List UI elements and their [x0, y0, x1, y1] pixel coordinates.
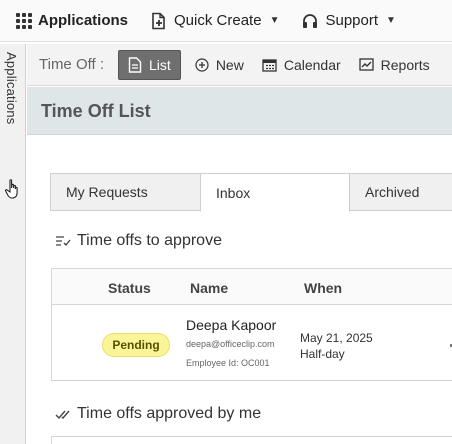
calendar-button[interactable]: Calendar	[262, 57, 341, 73]
applications-label: Applications	[38, 12, 129, 29]
employee-id: Employee Id: OC001	[186, 358, 270, 368]
tab-my-requests[interactable]: My Requests	[50, 173, 201, 211]
headset-icon	[301, 12, 319, 30]
time-off-date: May 21, 2025	[300, 331, 373, 345]
table-header: Status Name When	[52, 269, 452, 305]
grid-icon	[16, 12, 32, 29]
module-label: Time Off :	[39, 56, 105, 73]
employee-name[interactable]: Deepa Kapoor	[186, 317, 276, 333]
new-button-label: New	[215, 56, 244, 73]
support-label: Support	[325, 12, 379, 29]
section-to-approve: Time offs to approve	[55, 232, 222, 250]
approval-table: Status Name When Pending Deepa Kapoor de…	[51, 268, 452, 381]
page-title: Time Off List	[41, 101, 151, 121]
chevron-down-icon: ▼	[269, 15, 280, 26]
support-menu[interactable]: Support ▼	[301, 0, 396, 42]
chart-icon	[359, 58, 374, 71]
approved-table-edge	[51, 436, 452, 444]
chevron-down-icon: ▼	[386, 15, 396, 26]
reports-button[interactable]: Reports	[359, 57, 430, 73]
quick-create-menu[interactable]: Quick Create ▼	[150, 0, 279, 42]
plus-circle-icon	[195, 57, 209, 72]
quick-create-label: Quick Create	[174, 12, 262, 29]
tab-archived[interactable]: Archived	[349, 173, 452, 211]
applications-side-tab[interactable]: Applications	[0, 44, 26, 444]
double-check-icon	[55, 408, 71, 420]
tab-bar: My Requests Inbox Archived	[50, 173, 452, 212]
top-bar: Applications Quick Create ▼ Support ▼	[0, 0, 452, 42]
list-button[interactable]: List	[118, 49, 181, 80]
tab-inbox[interactable]: Inbox	[200, 173, 350, 212]
list-button-label: List	[149, 56, 171, 73]
time-off-duration: Half-day	[300, 347, 345, 361]
main-content: My Requests Inbox Archived Time offs to …	[27, 136, 452, 444]
column-header-status[interactable]: Status	[108, 280, 151, 296]
module-toolbar: Time Off : List New Calendar Reports	[27, 44, 452, 86]
column-header-when[interactable]: When	[304, 280, 342, 296]
applications-side-tab-label: Applications	[4, 52, 19, 125]
hand-cursor-icon	[4, 178, 22, 205]
table-row[interactable]: Pending Deepa Kapoor deepa@officeclip.co…	[52, 306, 452, 381]
document-icon	[128, 56, 142, 73]
status-badge: Pending	[102, 333, 170, 357]
employee-email: deepa@officeclip.com	[186, 339, 275, 349]
page-header: Time Off List	[27, 87, 452, 135]
calendar-button-label: Calendar	[283, 56, 341, 73]
column-header-name[interactable]: Name	[190, 280, 228, 296]
applications-menu[interactable]: Applications	[16, 0, 128, 42]
reports-button-label: Reports	[380, 56, 430, 73]
section-to-approve-label: Time offs to approve	[77, 232, 222, 249]
calendar-icon	[262, 58, 277, 72]
new-button[interactable]: New	[195, 57, 244, 73]
list-check-icon	[55, 235, 71, 247]
section-approved-by-me: Time offs approved by me	[55, 405, 261, 423]
section-approved-by-me-label: Time offs approved by me	[77, 405, 262, 422]
add-document-icon	[150, 12, 168, 30]
